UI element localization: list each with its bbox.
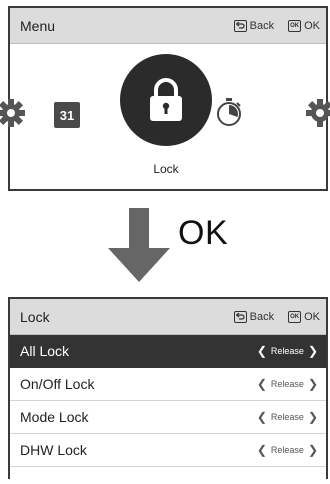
back-hint-label: Back [249,19,275,32]
lock-icon [150,78,182,121]
lock-title: Lock [20,308,50,325]
lock-menu-item[interactable] [120,54,212,146]
value-selector[interactable]: ❮ Release ❯ [257,444,318,456]
list-item-label: DHW Lock [20,442,87,458]
menu-screen: Menu Back OK OK 31 Lock [0,6,330,191]
list-item-on-off-lock[interactable]: On/Off Lock ❮ Release ❯ [10,368,326,401]
chevron-right-icon[interactable]: ❯ [308,411,318,423]
gear-icon[interactable] [0,98,26,128]
return-arrow-icon [235,312,245,320]
ok-transition-label: OK [178,214,229,252]
list-item-mode-lock[interactable]: Mode Lock ❮ Release ❯ [10,401,326,434]
lock-titlebar: Lock Back OK OK [10,299,326,335]
list-item-label: All Lock [20,343,70,359]
chevron-left-icon[interactable]: ❮ [257,378,267,390]
menu-titlebar: Menu Back OK OK [10,8,326,44]
gear-icon[interactable] [305,98,330,128]
menu-hints: Back OK OK [233,19,320,32]
ok-hint-label: OK [304,310,320,323]
chevron-right-icon[interactable]: ❯ [308,444,318,456]
back-key-icon[interactable] [233,19,247,32]
list-item-value: Release [270,346,304,356]
lock-hints: Back OK OK [233,310,320,323]
chevron-left-icon[interactable]: ❮ [257,444,267,456]
calendar-day: 31 [59,107,75,123]
list-item-label: On/Off Lock [20,376,95,392]
list-item-value: Release [270,412,304,422]
menu-carousel: 31 Lock [0,46,330,189]
list-item-value: Release [270,445,304,455]
list-item-value: Release [270,379,304,389]
ok-key-icon[interactable]: OK [288,310,302,323]
back-key-icon[interactable] [233,310,247,323]
lock-options-list: All Lock ❮ Release ❯ On/Off Lock ❮ Relea… [10,335,326,467]
value-selector[interactable]: ❮ Release ❯ [257,411,318,423]
ok-hint-label: OK [304,19,320,32]
back-hint-label: Back [249,310,275,323]
selected-menu-label: Lock [153,162,179,176]
menu-title: Menu [20,17,56,34]
ok-key-icon[interactable]: OK [288,19,302,32]
timer-icon[interactable] [215,97,243,127]
chevron-left-icon[interactable]: ❮ [257,411,267,423]
list-item-all-lock[interactable]: All Lock ❮ Release ❯ [10,335,326,368]
chevron-right-icon[interactable]: ❯ [308,378,318,390]
list-item-label: Mode Lock [20,409,89,425]
chevron-right-icon[interactable]: ❯ [308,345,318,357]
list-item-dhw-lock[interactable]: DHW Lock ❮ Release ❯ [10,434,326,467]
value-selector[interactable]: ❮ Release ❯ [257,378,318,390]
lock-screen: Lock Back OK OK All Lock ❮ Release ❯ On/… [8,297,328,479]
return-arrow-icon [235,21,245,29]
value-selector[interactable]: ❮ Release ❯ [257,345,318,357]
chevron-left-icon[interactable]: ❮ [257,345,267,357]
calendar-icon[interactable]: 31 [54,102,80,128]
down-arrow-icon [108,208,170,282]
